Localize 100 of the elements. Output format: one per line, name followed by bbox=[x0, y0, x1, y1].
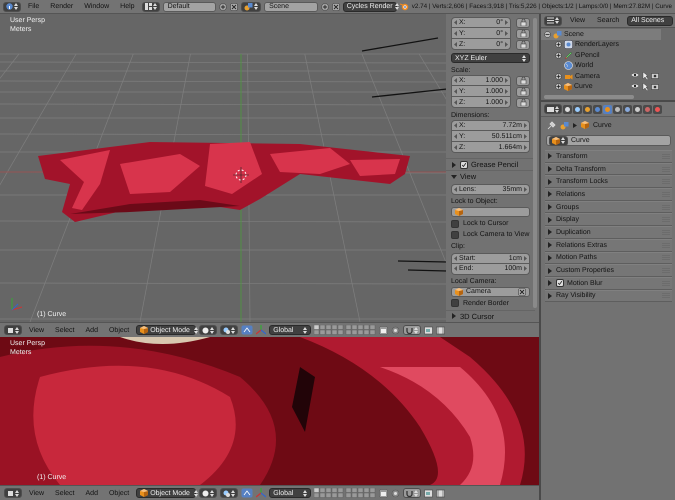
sphere-icon bbox=[202, 490, 210, 496]
properties-editor-icon bbox=[547, 106, 554, 112]
eye-icon[interactable] bbox=[631, 72, 639, 78]
up-down-arrows-icon bbox=[555, 17, 559, 24]
increment-arrow-icon bbox=[524, 187, 527, 192]
scene-icon bbox=[553, 30, 562, 39]
expand-icon[interactable] bbox=[555, 83, 562, 90]
decrement-arrow-icon bbox=[454, 123, 457, 128]
editor-type-button[interactable] bbox=[3, 2, 21, 12]
up-down-arrows-icon bbox=[254, 3, 258, 10]
info-icon bbox=[6, 3, 13, 10]
lock-toggle[interactable] bbox=[516, 40, 530, 50]
layers-grid-icon[interactable] bbox=[314, 325, 376, 335]
increment-arrow-icon bbox=[505, 78, 508, 83]
proportional-edit-icon[interactable] bbox=[391, 488, 400, 498]
lock-icon bbox=[520, 88, 526, 95]
lock-icon bbox=[520, 19, 526, 26]
up-down-arrows-icon bbox=[394, 3, 399, 10]
up-down-arrows-icon bbox=[194, 490, 198, 496]
layers-grid-icon[interactable] bbox=[314, 488, 376, 498]
expand-icon[interactable] bbox=[555, 72, 562, 80]
decrement-arrow-icon bbox=[454, 30, 457, 36]
editor-type-button[interactable] bbox=[4, 488, 22, 498]
object-icon bbox=[581, 121, 589, 129]
context-tab[interactable] bbox=[633, 104, 642, 114]
object-field[interactable] bbox=[451, 207, 530, 217]
up-down-arrows-icon bbox=[414, 326, 418, 334]
add-icon[interactable] bbox=[219, 2, 228, 10]
lock-toggle[interactable] bbox=[516, 76, 530, 86]
clear-icon[interactable] bbox=[518, 288, 526, 296]
eye-icon[interactable] bbox=[631, 82, 639, 89]
snap-dropdown[interactable] bbox=[403, 325, 422, 335]
increment-arrow-icon bbox=[505, 100, 508, 104]
camera-icon[interactable] bbox=[651, 72, 659, 80]
lock-toggle[interactable] bbox=[516, 86, 530, 96]
snap-dropdown[interactable] bbox=[403, 488, 422, 498]
editor-type-button[interactable] bbox=[544, 16, 562, 26]
up-down-arrows-icon bbox=[522, 54, 526, 62]
up-down-arrows-icon bbox=[210, 326, 214, 334]
editor-type-button[interactable] bbox=[544, 104, 562, 114]
context-tab[interactable] bbox=[563, 104, 572, 114]
leader-line bbox=[398, 260, 448, 263]
checkbox-box[interactable] bbox=[556, 279, 564, 288]
render-image-icon[interactable] bbox=[424, 488, 434, 498]
up-down-arrows-icon bbox=[231, 490, 236, 496]
increment-arrow-icon bbox=[524, 144, 527, 150]
shading-dropdown[interactable] bbox=[199, 488, 218, 498]
add-icon[interactable] bbox=[320, 2, 329, 10]
expand-icon[interactable] bbox=[555, 41, 562, 48]
collapse-icon[interactable] bbox=[544, 30, 551, 38]
decrement-arrow-icon bbox=[454, 100, 457, 104]
up-down-arrows-icon bbox=[15, 490, 19, 496]
up-down-arrows-icon bbox=[210, 490, 214, 496]
pivot-dropdown[interactable] bbox=[220, 325, 238, 335]
object-icon bbox=[140, 326, 148, 334]
render-animation-icon[interactable] bbox=[436, 326, 446, 334]
pivot-icon bbox=[223, 326, 230, 334]
lock-icon bbox=[520, 41, 526, 48]
expand-icon[interactable] bbox=[555, 52, 562, 59]
decrement-arrow-icon bbox=[454, 88, 457, 94]
layout-icon bbox=[144, 3, 152, 10]
object-icon bbox=[552, 136, 560, 144]
context-tab[interactable] bbox=[613, 104, 622, 114]
context-tab[interactable] bbox=[623, 104, 632, 114]
manipulator-icon[interactable] bbox=[241, 488, 254, 498]
render-image-icon[interactable] bbox=[424, 326, 434, 334]
decrement-arrow-icon bbox=[454, 144, 457, 150]
up-down-arrows-icon bbox=[303, 490, 308, 496]
context-tab[interactable] bbox=[573, 104, 582, 114]
decrement-arrow-icon bbox=[454, 187, 457, 192]
object-dropdown[interactable] bbox=[549, 136, 568, 146]
close-icon[interactable] bbox=[332, 2, 340, 10]
pivot-dropdown[interactable] bbox=[220, 488, 238, 498]
up-down-arrows-icon bbox=[14, 3, 18, 10]
shading-dropdown[interactable] bbox=[199, 325, 218, 335]
context-tab[interactable] bbox=[583, 104, 592, 114]
camera-icon[interactable] bbox=[651, 82, 659, 90]
close-icon[interactable] bbox=[230, 2, 238, 10]
increment-arrow-icon bbox=[524, 134, 527, 138]
up-down-arrows-icon bbox=[194, 326, 198, 334]
render-animation-icon[interactable] bbox=[436, 488, 446, 498]
scene-dropdown[interactable] bbox=[241, 2, 262, 12]
layout-dropdown[interactable] bbox=[142, 2, 160, 12]
lock-toggle[interactable] bbox=[516, 28, 530, 38]
proportional-edit-icon[interactable] bbox=[391, 326, 400, 334]
lock-toggle[interactable] bbox=[516, 98, 530, 108]
pivot-icon bbox=[223, 490, 230, 496]
editor-type-button[interactable] bbox=[4, 325, 22, 335]
manipulator-icon[interactable] bbox=[241, 325, 254, 335]
3d-cursor-icon bbox=[232, 166, 250, 184]
checkbox-box[interactable] bbox=[460, 160, 468, 168]
scene-icon bbox=[244, 2, 254, 11]
axis-gizmo-icon bbox=[12, 298, 22, 310]
lock-toggle[interactable] bbox=[516, 18, 530, 28]
globe-icon bbox=[564, 61, 573, 70]
blender-logo-icon bbox=[400, 2, 409, 11]
up-down-arrows-icon bbox=[561, 137, 565, 144]
pin-icon[interactable] bbox=[547, 120, 556, 130]
scrollbar[interactable] bbox=[544, 95, 634, 99]
lock-icon bbox=[520, 30, 526, 37]
